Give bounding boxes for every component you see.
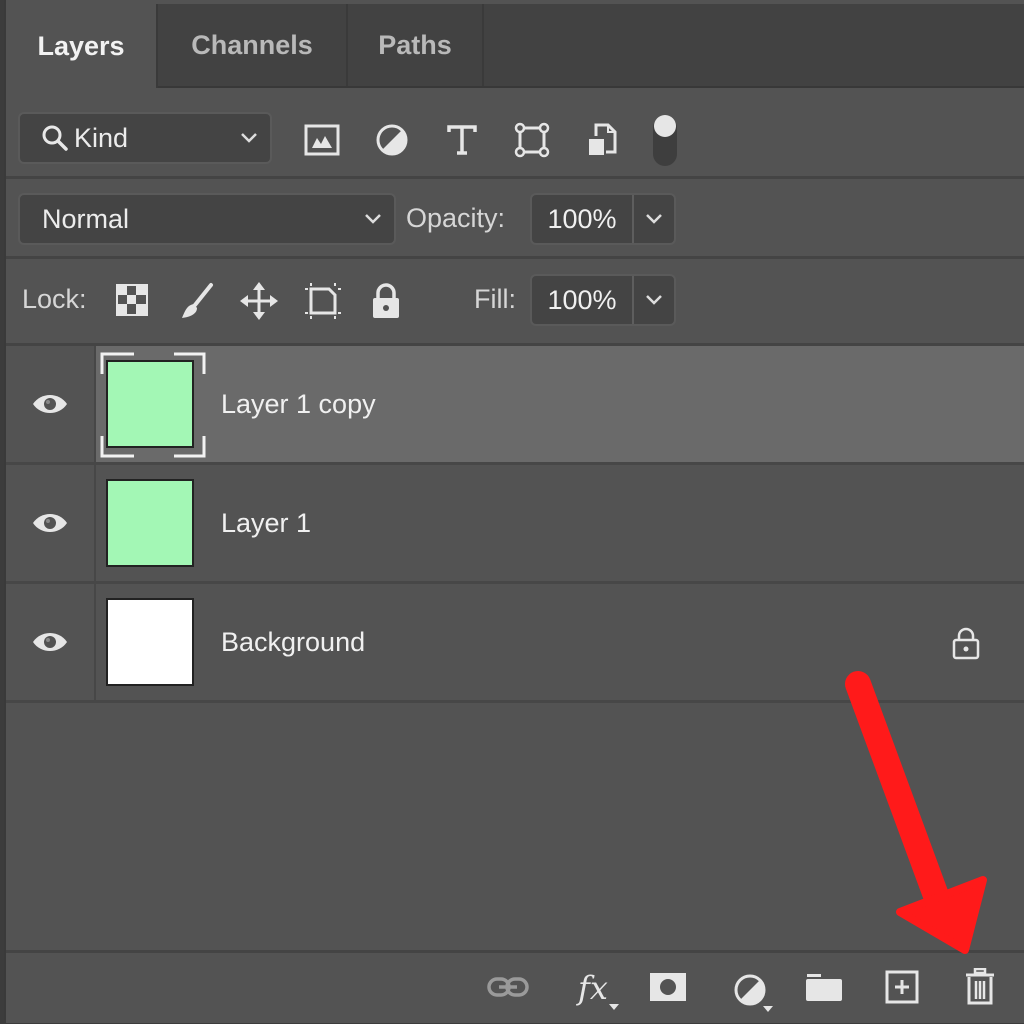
trash-icon <box>966 968 994 1005</box>
type-layer-filter-button[interactable] <box>442 120 482 160</box>
plus-square-icon <box>885 970 919 1004</box>
visibility-toggle[interactable] <box>6 465 96 581</box>
eye-icon <box>33 633 67 651</box>
divider <box>6 176 1024 179</box>
layer-row[interactable]: Layer 1 copy <box>6 346 1024 465</box>
chevron-down-icon <box>365 214 381 224</box>
move-arrows-icon <box>240 282 278 320</box>
filter-kind-value: Kind <box>74 122 129 153</box>
fill-field[interactable]: 100% <box>530 274 676 326</box>
fill-label: Fill: <box>474 284 516 314</box>
padlock-icon <box>373 283 399 318</box>
lock-image-pixels-button[interactable] <box>176 280 218 322</box>
filter-toggle-switch[interactable] <box>650 110 680 170</box>
lock-all-button[interactable] <box>366 280 406 322</box>
eye-icon <box>33 395 67 413</box>
visibility-toggle[interactable] <box>6 346 96 462</box>
checkerboard-icon <box>116 284 148 316</box>
lock-artboard-button[interactable] <box>302 280 344 322</box>
submenu-triangle-icon <box>763 1006 773 1012</box>
add-mask-button[interactable] <box>646 967 690 1007</box>
fill-value[interactable]: 100% <box>532 276 634 324</box>
opacity-value[interactable]: 100% <box>532 195 634 243</box>
blend-mode-value: Normal <box>42 203 130 234</box>
shape-layer-filter-button[interactable] <box>512 120 552 160</box>
delete-layer-button[interactable] <box>958 965 1002 1009</box>
submenu-triangle-icon <box>609 1004 619 1010</box>
layers-panel-footer: fx <box>6 950 1024 1023</box>
layer-style-button[interactable]: fx <box>566 963 620 1013</box>
pixel-layer-filter-button[interactable] <box>302 120 342 160</box>
folder-icon <box>806 974 842 1001</box>
lock-label: Lock: <box>22 284 87 314</box>
eye-icon <box>33 514 67 532</box>
blend-mode-dropdown[interactable]: Normal <box>18 193 396 245</box>
search-icon <box>42 125 68 151</box>
new-group-button[interactable] <box>802 967 846 1007</box>
panel-tab-bar: Layers Channels Paths <box>6 4 1024 88</box>
adjustment-circle-icon <box>376 124 408 156</box>
layer-thumbnail <box>106 360 194 448</box>
layer-thumbnail <box>106 598 194 686</box>
smart-object-icon <box>589 123 617 155</box>
image-icon <box>304 124 340 156</box>
link-icon <box>487 977 529 997</box>
layer-name[interactable]: Layer 1 copy <box>221 346 376 462</box>
layer-row[interactable]: Layer 1 <box>6 465 1024 584</box>
tab-paths[interactable]: Paths <box>348 4 484 86</box>
chevron-down-icon <box>646 214 662 224</box>
layer-thumbnail <box>106 479 194 567</box>
fill-dropdown-button[interactable] <box>634 276 674 324</box>
fx-icon: fx <box>578 969 608 1007</box>
type-t-icon <box>447 125 477 155</box>
lock-transparent-pixels-button[interactable] <box>114 282 150 318</box>
filter-kind-dropdown[interactable]: Kind <box>18 112 272 164</box>
artboard-icon <box>305 283 341 319</box>
layer-row[interactable]: Background <box>6 584 1024 703</box>
mask-icon <box>650 973 686 1001</box>
layer-name[interactable]: Background <box>221 584 365 700</box>
adjustment-layer-filter-button[interactable] <box>372 120 412 160</box>
layer-locked-icon <box>952 627 980 660</box>
divider <box>6 256 1024 259</box>
shape-transform-icon <box>514 122 550 158</box>
link-layers-button[interactable] <box>486 969 530 1005</box>
tab-channels-label: Channels <box>191 29 313 60</box>
new-layer-button[interactable] <box>880 965 924 1009</box>
tab-channels[interactable]: Channels <box>158 4 348 86</box>
layers-panel: Layers Channels Paths Kind Normal Opacit… <box>4 0 1024 1023</box>
smart-object-filter-button[interactable] <box>582 120 622 160</box>
tab-paths-label: Paths <box>378 29 452 60</box>
opacity-label: Opacity: <box>406 203 506 233</box>
lock-position-button[interactable] <box>238 280 280 322</box>
layer-name[interactable]: Layer 1 <box>221 465 311 581</box>
tab-layers[interactable]: Layers <box>6 4 158 88</box>
chevron-down-icon <box>646 295 662 305</box>
new-adjustment-layer-button[interactable] <box>724 965 776 1015</box>
opacity-dropdown-button[interactable] <box>634 195 674 243</box>
paintbrush-icon <box>182 283 213 318</box>
toggle-switch-icon <box>653 115 677 166</box>
adjustment-circle-icon <box>734 974 766 1006</box>
chevron-down-icon <box>241 133 257 143</box>
tab-layers-label: Layers <box>37 30 125 61</box>
opacity-field[interactable]: 100% <box>530 193 676 245</box>
visibility-toggle[interactable] <box>6 584 96 700</box>
